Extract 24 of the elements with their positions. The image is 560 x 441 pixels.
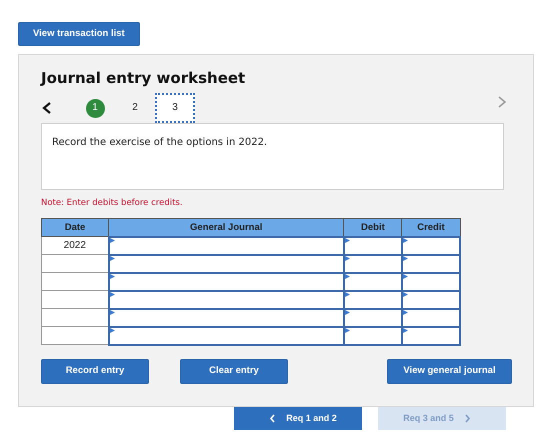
step-tab[interactable]: 1 — [75, 93, 115, 123]
date-cell — [42, 254, 109, 272]
view-transaction-list-button[interactable]: View transaction list — [18, 22, 140, 46]
column-header: Debit — [344, 218, 402, 236]
note-text: Note: Enter debits before credits. — [41, 198, 184, 208]
date-cell — [42, 326, 109, 344]
credit-field[interactable] — [402, 236, 460, 254]
date-cell: 2022 — [42, 236, 109, 254]
view-general-journal-button[interactable]: View general journal — [387, 358, 512, 384]
date-cell — [42, 308, 109, 326]
column-header: Date — [42, 218, 109, 236]
column-header: Credit — [402, 218, 460, 236]
instruction-text: Record the exercise of the options in 2022. — [41, 123, 504, 190]
step-tab[interactable]: 2 — [115, 93, 155, 123]
step-tab[interactable]: 3 — [155, 93, 195, 123]
account-field[interactable] — [108, 236, 344, 254]
previous-requirement-button[interactable]: Req 1 and 2 — [234, 407, 362, 430]
column-header: General Journal — [108, 218, 344, 236]
date-cell — [42, 272, 109, 290]
debit-field[interactable] — [344, 236, 402, 254]
date-cell — [42, 290, 109, 308]
record-entry-button[interactable]: Record entry — [41, 358, 149, 384]
worksheet-title: Journal entry worksheet — [41, 69, 246, 87]
clear-entry-button[interactable]: Clear entry — [180, 358, 288, 384]
